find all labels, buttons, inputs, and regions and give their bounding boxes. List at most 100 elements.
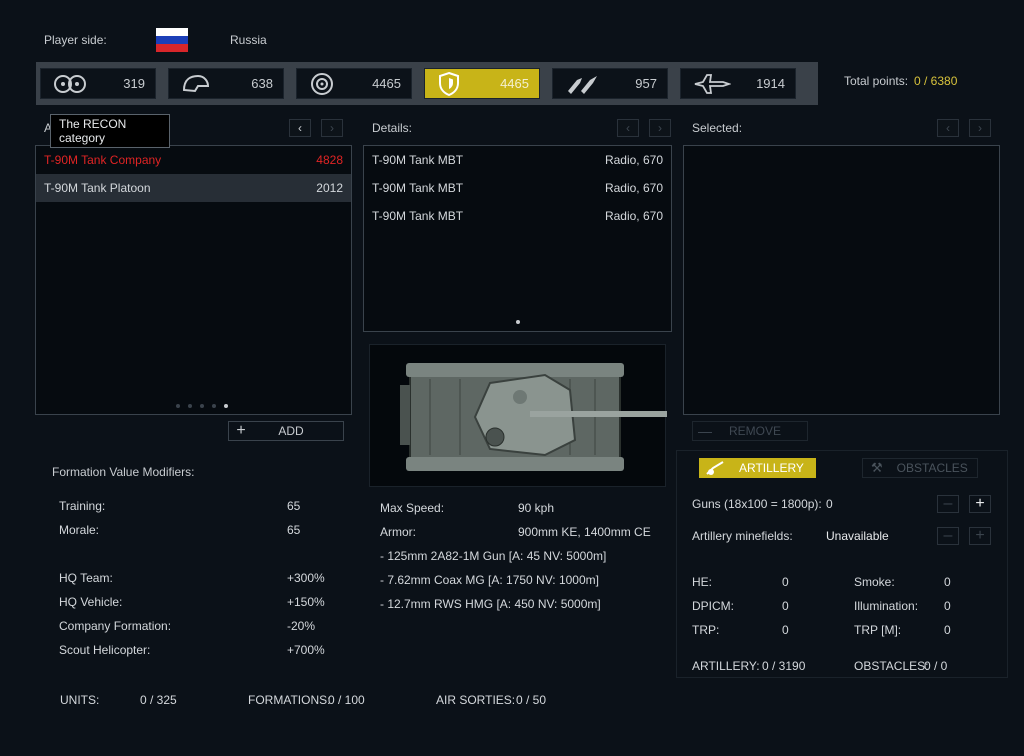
plus-icon: + (975, 527, 985, 544)
category-artillery-button[interactable]: 957 (552, 68, 668, 99)
list-item[interactable]: T-90M Tank MBT Radio, 670 (364, 202, 671, 230)
tab-obstacles[interactable]: ⚒ OBSTACLES (862, 458, 978, 478)
available-list: T-90M Tank Company 4828 T-90M Tank Plato… (35, 145, 352, 415)
list-item[interactable]: T-90M Tank MBT Radio, 670 (364, 174, 671, 202)
details-prev-button[interactable]: ‹ (617, 119, 639, 137)
max-speed-label: Max Speed: (380, 501, 445, 515)
page-dot-active[interactable] (516, 320, 520, 324)
armor-value: 900mm KE, 1400mm CE (518, 525, 651, 539)
artillery-total-label: ARTILLERY: (692, 659, 760, 673)
available-prev-button[interactable]: ‹ (289, 119, 311, 137)
wheeled-vehicle-icon (311, 72, 333, 95)
guns-label: Guns (18x100 = 1800p): (692, 497, 822, 511)
details-next-button[interactable]: › (649, 119, 671, 137)
smoke-label: Smoke: (854, 575, 895, 589)
category-recon-button[interactable]: 319 (40, 68, 156, 99)
guns-decrease-button[interactable]: – (937, 495, 959, 513)
training-label: Training: (59, 499, 106, 513)
armor-shield-icon (439, 71, 459, 96)
chevron-right-icon: › (978, 121, 982, 135)
hq-team-label: HQ Team: (59, 571, 113, 585)
morale-value: 65 (287, 523, 301, 537)
artillery-ammo-icon (568, 75, 597, 94)
detail-unit-name: T-90M Tank MBT (372, 209, 464, 223)
minefields-increase-button[interactable]: + (969, 527, 991, 545)
selected-prev-button[interactable]: ‹ (937, 119, 959, 137)
support-panel (676, 450, 1008, 678)
list-item[interactable]: T-90M Tank MBT Radio, 670 (364, 146, 671, 174)
max-speed-value: 90 kph (518, 501, 555, 515)
remove-button-label: REMOVE (728, 424, 781, 438)
obstacles-total-label: OBSTACLES: (854, 659, 929, 673)
category-bar: 319 638 4465 4465 957 1914 (36, 62, 818, 105)
obstacles-total-value: 0 / 0 (924, 659, 948, 673)
tab-artillery-label: ARTILLERY (739, 461, 804, 475)
guns-value: 0 (826, 497, 833, 511)
company-formation-label: Company Formation: (59, 619, 172, 633)
category-armor-button[interactable]: 4465 (424, 68, 540, 99)
minefields-decrease-button[interactable]: – (937, 527, 959, 545)
trp-value: 0 (782, 623, 789, 637)
tools-icon: ⚒ (871, 460, 883, 475)
dpicm-label: DPICM: (692, 599, 734, 613)
page-dot[interactable] (212, 404, 216, 408)
page-dots (176, 404, 228, 408)
dpicm-value: 0 (782, 599, 789, 613)
formations-value: 0 / 100 (328, 693, 365, 707)
player-side-label: Player side: (44, 33, 107, 47)
chevron-left-icon: ‹ (626, 121, 630, 135)
scout-helicopter-label: Scout Helicopter: (59, 643, 151, 657)
tab-obstacles-label: OBSTACLES (896, 461, 968, 475)
weapon-line: - 7.62mm Coax MG [A: 1750 NV: 1000m] (380, 573, 599, 587)
page-dot[interactable] (176, 404, 180, 408)
page-dot-active[interactable] (224, 404, 228, 408)
trp-m-value: 0 (944, 623, 951, 637)
category-infantry-button[interactable]: 638 (168, 68, 284, 99)
country-name: Russia (230, 33, 267, 47)
page-dot[interactable] (200, 404, 204, 408)
detail-unit-info: Radio, 670 (604, 153, 663, 167)
category-air-button[interactable]: 1914 (680, 68, 796, 99)
hq-team-value: +300% (287, 571, 325, 585)
air-sorties-value: 0 / 50 (516, 693, 547, 707)
units-label: UNITS: (60, 693, 100, 707)
minus-icon: – (943, 495, 953, 512)
training-value: 65 (287, 499, 301, 513)
list-item[interactable]: T-90M Tank Company 4828 (36, 146, 351, 174)
artillery-total-value: 0 / 3190 (762, 659, 806, 673)
list-item-points: 2012 (316, 181, 343, 195)
remove-button[interactable]: — REMOVE (692, 421, 808, 441)
category-vehicle-button[interactable]: 4465 (296, 68, 412, 99)
artillery-gun-icon (706, 461, 724, 475)
add-button-label: ADD (278, 424, 304, 438)
infantry-helmet-icon (182, 74, 210, 92)
list-item[interactable]: T-90M Tank Platoon 2012 (36, 174, 351, 202)
tab-artillery[interactable]: ARTILLERY (699, 458, 816, 478)
formations-label: FORMATIONS: (248, 693, 331, 707)
russia-flag-icon (156, 28, 188, 52)
category-tooltip: The RECON category (50, 114, 170, 148)
selected-next-button[interactable]: › (969, 119, 991, 137)
add-button[interactable]: + ADD (228, 421, 344, 441)
aircraft-icon (694, 73, 731, 94)
category-count: 319 (123, 76, 145, 91)
list-item-name: T-90M Tank Platoon (44, 181, 151, 195)
he-value: 0 (782, 575, 789, 589)
armor-label: Armor: (380, 525, 416, 539)
air-sorties-label: AIR SORTIES: (436, 693, 516, 707)
plus-icon: + (975, 495, 985, 512)
units-value: 0 / 325 (140, 693, 177, 707)
total-points-label: Total points: (844, 74, 909, 88)
weapon-line: - 12.7mm RWS HMG [A: 450 NV: 5000m] (380, 597, 601, 611)
minefields-label: Artillery minefields: (692, 529, 793, 543)
guns-increase-button[interactable]: + (969, 495, 991, 513)
page-dot[interactable] (188, 404, 192, 408)
unit-image-frame (369, 344, 670, 487)
list-item-name: T-90M Tank Company (44, 153, 162, 167)
chevron-right-icon: › (658, 121, 662, 135)
available-next-button[interactable]: › (321, 119, 343, 137)
selected-label: Selected: (692, 121, 743, 135)
scout-helicopter-value: +700% (287, 643, 325, 657)
he-label: HE: (692, 575, 713, 589)
detail-unit-name: T-90M Tank MBT (372, 181, 464, 195)
